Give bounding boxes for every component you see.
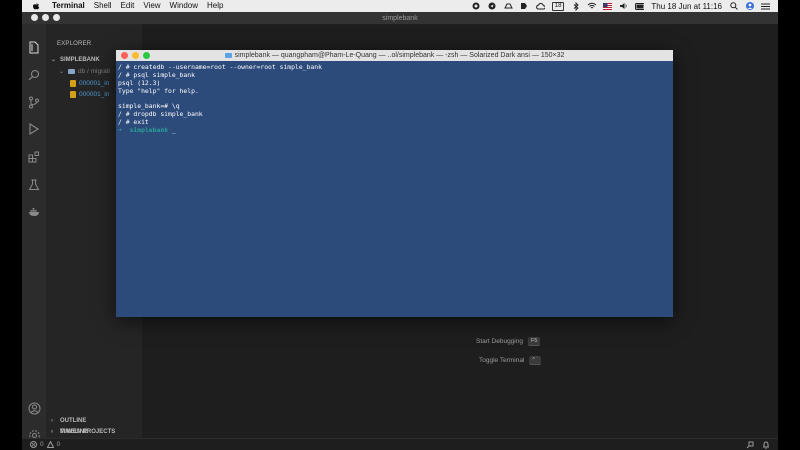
drive-icon[interactable]	[503, 2, 513, 11]
volume-icon[interactable]	[619, 2, 628, 11]
file-row[interactable]: 000001_in	[70, 80, 109, 87]
shortcut-keys: ^ `	[529, 356, 542, 365]
extensions-icon[interactable]	[27, 150, 41, 164]
menu-edit[interactable]: Edit	[121, 0, 135, 12]
terminal-cursor: _	[171, 126, 176, 135]
folder-row[interactable]: ⌄ db / migrati	[59, 68, 110, 75]
minimize-window-button[interactable]	[42, 14, 49, 21]
terminal-title: simplebank — quangpham@Pham-Le-Quang — .…	[224, 52, 565, 59]
terminal-close-button[interactable]	[121, 52, 128, 59]
window-controls	[31, 14, 60, 21]
file-row[interactable]: 000001_in	[70, 91, 109, 98]
tag-icon[interactable]	[520, 2, 529, 11]
menu-tray: 18 Thu 18 Jun at 11:16	[472, 1, 770, 11]
feedback-icon[interactable]	[746, 441, 754, 449]
folder-icon	[224, 53, 232, 58]
run-debug-icon[interactable]	[27, 122, 41, 136]
explorer-title: EXPLORER	[57, 41, 92, 47]
terminal-line: Type "help" for help.	[118, 86, 199, 95]
start-debugging-shortcut[interactable]: Start Debugging F5	[476, 337, 541, 346]
error-icon	[30, 441, 37, 448]
testing-flask-icon[interactable]	[27, 178, 41, 192]
shortcut-label: Toggle Terminal	[479, 357, 525, 364]
file-name: 000001_in	[79, 91, 110, 98]
notifications-bell-icon[interactable]	[762, 440, 770, 449]
terminal-line: / # createdb --username=root --owner=roo…	[118, 63, 322, 71]
status-right	[746, 440, 770, 449]
folder-name: db / migrati	[78, 68, 111, 75]
menu-window[interactable]: Window	[170, 0, 198, 12]
menu-view[interactable]: View	[143, 0, 160, 12]
warning-count: 0	[56, 441, 61, 448]
bluetooth-icon[interactable]	[571, 1, 580, 11]
terminal-output[interactable]: / # createdb --username=root --owner=roo…	[116, 61, 673, 138]
terminal-line: / # dropdb simple_bank	[118, 110, 203, 119]
activity-bar	[22, 24, 46, 441]
menu-terminal[interactable]: Terminal	[52, 0, 85, 12]
battery-badge[interactable]: 18	[551, 1, 565, 11]
terminal-line: psql (12.3)	[118, 78, 161, 87]
close-window-button[interactable]	[31, 14, 38, 21]
file-name: 000001_in	[79, 80, 110, 87]
shortcut-label: Start Debugging	[476, 338, 523, 345]
account-icon[interactable]	[27, 401, 41, 415]
docker-icon[interactable]	[27, 205, 41, 219]
toggle-terminal-shortcut[interactable]: Toggle Terminal ^ `	[479, 356, 542, 365]
problems-indicator[interactable]: 0 0	[30, 441, 60, 448]
chevron-right-icon: ›	[51, 429, 53, 435]
chevron-right-icon: ›	[51, 418, 53, 424]
chevron-down-icon: ⌄	[51, 57, 57, 63]
send-icon[interactable]	[488, 2, 497, 11]
database-file-icon	[70, 91, 76, 98]
database-file-icon	[70, 80, 76, 87]
terminal-line: / # exit	[118, 118, 149, 127]
maven-section[interactable]: › MAVEN PROJECTS	[51, 429, 115, 435]
outline-label: OUTLINE	[60, 418, 87, 424]
terminal-window[interactable]: simplebank — quangpham@Pham-Le-Quang — .…	[116, 50, 673, 317]
terminal-prompt[interactable]: ➜ simplebank _	[118, 126, 671, 135]
search-icon[interactable]	[27, 68, 41, 82]
flag-icon[interactable]	[603, 2, 613, 11]
apple-icon[interactable]	[32, 2, 40, 11]
shortcut-keys: F5	[527, 337, 541, 346]
terminal-line: / # psql simple_bank	[118, 70, 195, 79]
user-avatar-icon[interactable]	[745, 2, 754, 11]
vscode-titlebar: simplebank	[22, 12, 778, 24]
prompt-arrow: ➜	[118, 126, 122, 135]
error-count: 0	[40, 441, 44, 448]
project-section[interactable]: ⌄ SIMPLEBANK	[51, 56, 100, 64]
prompt-directory: simplebank	[129, 126, 169, 135]
outline-section[interactable]: › OUTLINE	[51, 418, 86, 424]
record-icon[interactable]	[472, 2, 481, 11]
chevron-down-icon: ⌄	[59, 69, 65, 75]
explorer-icon[interactable]	[27, 40, 41, 54]
datetime-label[interactable]: Thu 18 Jun at 11:16	[651, 2, 722, 11]
menu-list-icon[interactable]	[761, 2, 770, 11]
terminal-titlebar[interactable]: simplebank — quangpham@Pham-Le-Quang — .…	[116, 50, 673, 61]
terminal-title-text: simplebank — quangpham@Pham-Le-Quang — .…	[234, 52, 565, 59]
warning-icon	[46, 441, 54, 448]
menu-help[interactable]: Help	[207, 0, 223, 12]
window-title: simplebank	[382, 14, 418, 22]
menu-shell[interactable]: Shell	[94, 0, 112, 12]
cloud-icon[interactable]	[535, 2, 545, 11]
terminal-window-controls	[121, 52, 150, 59]
source-control-icon[interactable]	[27, 95, 41, 109]
battery-icon[interactable]	[635, 2, 645, 11]
search-icon[interactable]	[729, 2, 738, 11]
terminal-minimize-button[interactable]	[132, 52, 139, 59]
folder-icon	[68, 69, 75, 74]
zoom-window-button[interactable]	[53, 14, 60, 21]
menu-bar: Terminal Shell Edit View Window Help 18 …	[22, 0, 778, 12]
status-bar: 0 0	[22, 438, 778, 450]
maven-label: MAVEN PROJECTS	[60, 429, 116, 435]
terminal-zoom-button[interactable]	[143, 52, 150, 59]
wifi-icon[interactable]	[587, 2, 597, 11]
project-name: SIMPLEBANK	[60, 56, 100, 63]
